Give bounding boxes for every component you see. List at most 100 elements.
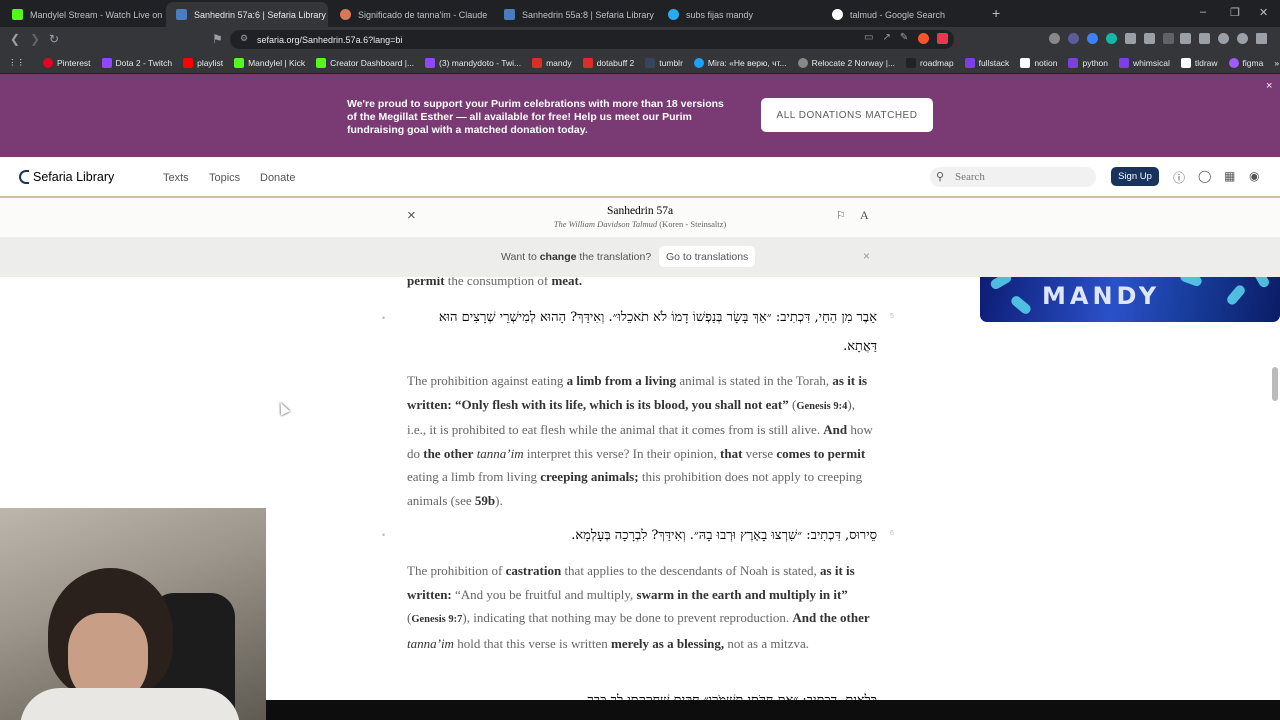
browser-tab[interactable]: Mandylel Stream - Watch Live on Kick bbox=[2, 2, 162, 27]
vpn-icon[interactable] bbox=[1237, 33, 1248, 44]
donations-matched-button[interactable]: ALL DONATIONS MATCHED bbox=[761, 98, 933, 132]
bookmark-icon[interactable]: ⚐ bbox=[836, 209, 846, 222]
profile-icon[interactable]: ◉ bbox=[1249, 169, 1259, 183]
menu-icon[interactable] bbox=[1256, 33, 1267, 44]
roadmap-icon bbox=[906, 57, 917, 68]
bookmark-item[interactable]: Mira: «Не верю, чт... bbox=[693, 57, 787, 68]
sefaria-logo[interactable]: Sefaria Library bbox=[19, 170, 114, 184]
claude-icon bbox=[340, 9, 351, 20]
apps-icon[interactable]: ⋮⋮ bbox=[8, 57, 25, 68]
site-info-icon[interactable]: ⚙ bbox=[240, 33, 248, 44]
sign-up-button[interactable]: Sign Up bbox=[1111, 167, 1159, 186]
nav-texts[interactable]: Texts bbox=[163, 172, 189, 184]
maximize-icon[interactable]: ❐ bbox=[1230, 6, 1240, 19]
text-run: comes to permit bbox=[776, 445, 866, 461]
window-icon[interactable] bbox=[1163, 33, 1174, 44]
bookmark-item[interactable]: Pinterest bbox=[43, 57, 91, 68]
extension-icon[interactable] bbox=[1049, 33, 1060, 44]
more-bookmarks-icon[interactable]: » bbox=[1274, 58, 1279, 68]
brave-rewards-icon[interactable] bbox=[937, 33, 948, 44]
english-text[interactable]: The prohibition against eating a limb fr… bbox=[407, 369, 877, 512]
url-field[interactable]: ⚙ sefaria.org/Sanhedrin.57a.6?lang=bi bbox=[230, 30, 954, 49]
new-tab-button[interactable]: + bbox=[992, 5, 1000, 21]
search-input[interactable]: ⚲ Search bbox=[930, 167, 1096, 187]
browser-tab[interactable]: Sanhedrin 55a:8 | Sefaria Library bbox=[494, 2, 654, 27]
version-title[interactable]: The William Davidson Talmud (Koren - Ste… bbox=[520, 219, 760, 229]
close-icon[interactable]: × bbox=[863, 249, 870, 263]
bookmark-item[interactable]: Mandylel | Kick bbox=[234, 57, 305, 68]
close-window-icon[interactable]: ✕ bbox=[1259, 6, 1268, 19]
bookmark-item[interactable]: roadmap bbox=[906, 57, 954, 68]
sidebar-icon[interactable] bbox=[1180, 33, 1191, 44]
text-run: merely as a blessing, bbox=[611, 635, 725, 651]
extension-icon[interactable] bbox=[1125, 33, 1136, 44]
dotabuff-icon bbox=[532, 57, 543, 68]
bookmark-item[interactable]: tldraw bbox=[1180, 57, 1218, 68]
bookmark-item[interactable]: tumblr bbox=[645, 57, 683, 68]
bookmark-item[interactable]: Dota 2 - Twitch bbox=[101, 57, 172, 68]
scrollbar-thumb[interactable] bbox=[1272, 367, 1278, 401]
back-icon[interactable]: ❮ bbox=[10, 32, 20, 46]
shirt-shape bbox=[20, 688, 240, 720]
notion-icon bbox=[1020, 57, 1031, 68]
browser-tab[interactable]: subs fijas mandy bbox=[658, 2, 818, 27]
bookmark-item[interactable]: mandy bbox=[532, 57, 572, 68]
bookmark-item[interactable]: notion bbox=[1020, 57, 1057, 68]
english-text[interactable]: permit the consumption of meat. bbox=[407, 277, 877, 293]
extension-icon[interactable] bbox=[1106, 33, 1117, 44]
minimize-icon[interactable]: – bbox=[1200, 6, 1206, 18]
globe-icon bbox=[797, 57, 808, 68]
bookmark-item[interactable]: fullstack bbox=[964, 57, 1009, 68]
close-icon[interactable]: × bbox=[1266, 80, 1272, 92]
nav-topics[interactable]: Topics bbox=[209, 172, 240, 184]
hebrew-text[interactable]: אֵבֶר מִן הַחַי, דִּכְתִיב: ״אַךְ בָּשָׂ… bbox=[407, 303, 877, 361]
help-icon[interactable]: ⓘ bbox=[1173, 169, 1185, 186]
text-run: swarm in the earth and multiply in it” bbox=[636, 586, 848, 602]
browser-tab[interactable]: talmud - Google Search bbox=[822, 2, 982, 27]
leo-icon[interactable] bbox=[1218, 33, 1229, 44]
close-reader-icon[interactable]: × bbox=[407, 207, 416, 224]
bookmark-item[interactable]: figma bbox=[1228, 57, 1263, 68]
browser-tab[interactable]: Significado de tanna'im - Claude bbox=[330, 2, 490, 27]
edit-icon[interactable]: ✎ bbox=[900, 32, 908, 43]
brave-shield-icon[interactable] bbox=[918, 33, 929, 44]
kick-icon bbox=[234, 57, 245, 68]
bookmarks-bar: ⋮⋮ Pinterest Dota 2 - Twitch playlist Ma… bbox=[0, 52, 1280, 74]
bookmark-item[interactable]: whimsical bbox=[1119, 57, 1170, 68]
forward-icon[interactable]: ❯ bbox=[30, 32, 40, 46]
browser-tab-active[interactable]: Sanhedrin 57a:6 | Sefaria Library × bbox=[166, 2, 328, 27]
english-text[interactable]: The prohibition of castration that appli… bbox=[407, 559, 877, 655]
bookmark-page-icon[interactable]: ⚑ bbox=[212, 32, 223, 46]
bookmark-item[interactable]: (3) mandydoto - Twi... bbox=[425, 57, 521, 68]
stream-logo-text: MANDY bbox=[1042, 282, 1161, 310]
segment-number[interactable]: 5 bbox=[890, 313, 894, 320]
wallet-icon[interactable] bbox=[1199, 33, 1210, 44]
bookmark-item[interactable]: playlist bbox=[183, 57, 223, 68]
text-reference-title[interactable]: Sanhedrin 57a bbox=[540, 205, 740, 217]
text-run: tanna’im bbox=[476, 445, 524, 461]
bookmark-item[interactable]: dotabuff 2 bbox=[582, 57, 634, 68]
hebrew-text[interactable]: סֵירוּס, דִּכְתִיב: ״שִׁרְצוּ בָאָרֶץ וּ… bbox=[407, 521, 877, 550]
display-settings-button[interactable]: A bbox=[860, 208, 869, 223]
bookmark-item[interactable]: Relocate 2 Norway |... bbox=[797, 57, 895, 68]
text-run: And bbox=[823, 422, 848, 437]
globe-icon[interactable]: ◯ bbox=[1198, 169, 1211, 183]
puzzle-icon[interactable] bbox=[1144, 33, 1155, 44]
figma-icon bbox=[1228, 57, 1239, 68]
reload-icon[interactable]: ↻ bbox=[49, 32, 59, 46]
nav-donate[interactable]: Donate bbox=[260, 172, 295, 184]
crystal-decoration bbox=[1009, 294, 1033, 316]
go-to-translations-button[interactable]: Go to translations bbox=[659, 246, 756, 267]
cast-icon[interactable]: ▭ bbox=[864, 32, 873, 43]
bookmark-item[interactable]: python bbox=[1068, 57, 1108, 68]
extension-icon[interactable] bbox=[1087, 33, 1098, 44]
text-run: The prohibition of bbox=[407, 563, 506, 578]
segment-marker: • bbox=[382, 530, 386, 540]
share-icon[interactable]: ↗ bbox=[882, 32, 890, 43]
bookmark-item[interactable]: Creator Dashboard |... bbox=[316, 57, 414, 68]
segment-number[interactable]: 6 bbox=[890, 530, 894, 537]
apps-grid-icon[interactable]: ▦ bbox=[1224, 169, 1235, 183]
extension-icon[interactable] bbox=[1068, 33, 1079, 44]
text-run: Genesis 9:7 bbox=[411, 614, 463, 625]
text-run: ), indicating that nothing may be done t… bbox=[462, 610, 793, 625]
